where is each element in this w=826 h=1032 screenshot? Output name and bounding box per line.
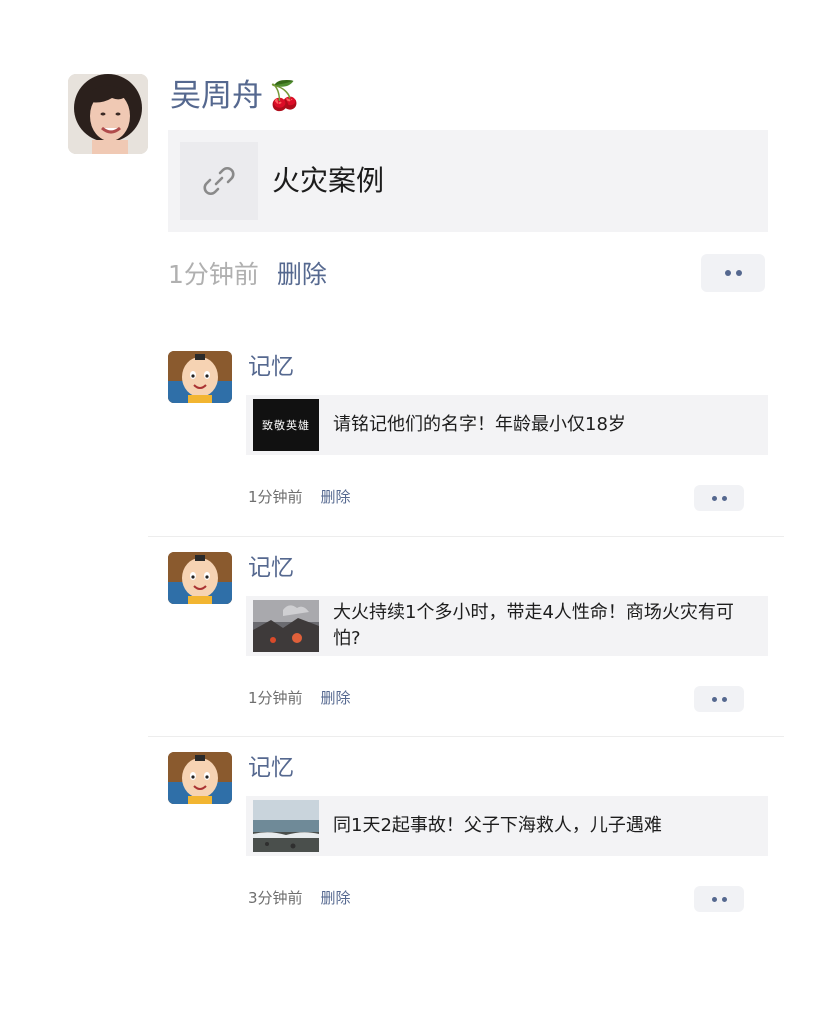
dot — [724, 270, 731, 276]
share-item: 记忆 大火持续1个多小时，带走4人性命！商场火灾有可怕? 1分钟前 删除 — [0, 552, 826, 752]
share-timestamp: 1分钟前 — [248, 488, 303, 506]
dot — [711, 495, 717, 501]
dot — [721, 696, 727, 702]
cherry-emoji: 🍒 — [267, 79, 302, 112]
dot — [711, 696, 717, 702]
author-name[interactable]: 吴周舟 🍒 — [170, 74, 302, 118]
shared-article-card[interactable]: 致敬英雄 请铭记他们的名字！年龄最小仅18岁 — [246, 395, 768, 455]
share-meta: 1分钟前 删除 — [248, 485, 351, 509]
delete-button[interactable]: 删除 — [321, 686, 351, 710]
dot — [711, 896, 717, 902]
post-timestamp: 1分钟前 — [168, 260, 259, 289]
more-dots-icon[interactable] — [694, 686, 744, 712]
dot — [721, 495, 727, 501]
share-item: 记忆 同1天2起事故！父子下海救人，儿子遇难 3分钟前 删除 — [0, 752, 826, 952]
more-dots-icon[interactable] — [701, 254, 765, 292]
post-meta: 1分钟前 删除 — [168, 255, 327, 295]
divider — [148, 536, 784, 537]
sharer-name[interactable]: 记忆 — [248, 552, 294, 584]
article-thumbnail — [253, 800, 319, 852]
shared-link-card[interactable]: 火灾案例 — [168, 130, 768, 232]
sharer-name[interactable]: 记忆 — [248, 351, 294, 383]
link-icon — [180, 142, 258, 220]
article-title: 大火持续1个多小时，带走4人性命！商场火灾有可怕? — [333, 602, 734, 649]
share-timestamp: 3分钟前 — [248, 889, 303, 907]
share-meta: 3分钟前 删除 — [248, 886, 351, 910]
share-meta: 1分钟前 删除 — [248, 686, 351, 710]
delete-button[interactable]: 删除 — [321, 485, 351, 509]
delete-button[interactable]: 删除 — [321, 886, 351, 910]
author-name-text[interactable]: 吴周舟 — [170, 74, 263, 118]
dot — [721, 896, 727, 902]
article-thumbnail — [253, 600, 319, 652]
article-thumbnail: 致敬英雄 — [253, 399, 319, 451]
author-avatar[interactable] — [68, 74, 148, 154]
thumbnail-text: 致敬英雄 — [262, 419, 310, 432]
sharer-avatar[interactable] — [168, 552, 232, 604]
sharer-avatar[interactable] — [168, 752, 232, 804]
share-item: 记忆 致敬英雄 请铭记他们的名字！年龄最小仅18岁 1分钟前 删除 — [0, 351, 826, 551]
sharer-avatar[interactable] — [168, 351, 232, 403]
shared-article-card[interactable]: 同1天2起事故！父子下海救人，儿子遇难 — [246, 796, 768, 856]
dot — [735, 270, 742, 276]
more-dots-icon[interactable] — [694, 886, 744, 912]
link-title: 火灾案例 — [272, 164, 385, 197]
shared-article-card[interactable]: 大火持续1个多小时，带走4人性命！商场火灾有可怕? — [246, 596, 768, 656]
share-timestamp: 1分钟前 — [248, 689, 303, 707]
delete-button[interactable]: 删除 — [277, 255, 327, 295]
more-dots-icon[interactable] — [694, 485, 744, 511]
article-title: 请铭记他们的名字！年龄最小仅18岁 — [333, 414, 626, 435]
divider — [148, 736, 784, 737]
sharer-name[interactable]: 记忆 — [248, 752, 294, 784]
article-title: 同1天2起事故！父子下海救人，儿子遇难 — [333, 815, 662, 836]
